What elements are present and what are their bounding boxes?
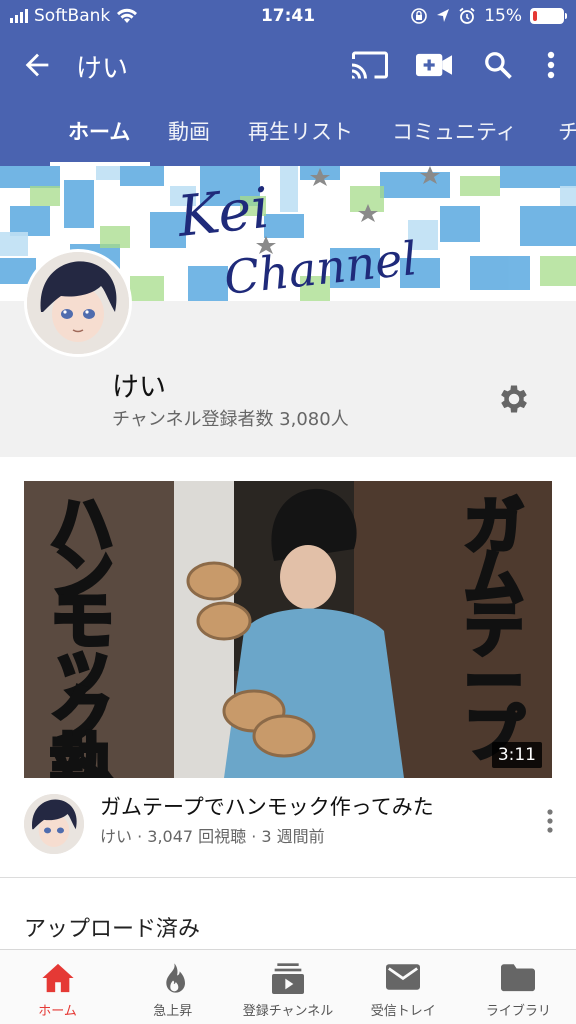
alarm-icon xyxy=(459,7,475,24)
battery-percent: 15% xyxy=(484,6,522,26)
battery-icon xyxy=(530,8,567,24)
tab-playlists[interactable]: 再生リスト xyxy=(248,116,353,146)
upload-video-button[interactable] xyxy=(416,48,452,82)
nav-subscriptions[interactable]: 登録チャンネル xyxy=(230,950,345,1024)
home-icon xyxy=(42,963,74,993)
video-duration: 3:11 xyxy=(491,742,542,768)
status-bar: SoftBank 17:41 15% xyxy=(0,0,576,34)
tab-community[interactable]: コミュニティ xyxy=(392,116,517,146)
more-button[interactable] xyxy=(544,48,558,82)
thumb-right-text: ガムテープ xyxy=(464,492,524,770)
thumb-left-text: ハンモック執 xyxy=(50,489,114,778)
home-feed: ハンモック執 ガムテープ 3:11 ガムテープでハンモック作ってみた けい · … xyxy=(0,457,576,949)
more-vert-icon xyxy=(547,51,555,79)
trending-flame-icon xyxy=(166,963,185,993)
subscriptions-icon xyxy=(272,963,304,994)
video-add-icon xyxy=(416,53,452,77)
rotation-lock-icon xyxy=(411,8,428,24)
avatar-illustration xyxy=(27,252,129,354)
nav-library[interactable]: ライブラリ xyxy=(461,950,576,1024)
more-vert-icon[interactable] xyxy=(540,807,560,835)
nav-inbox[interactable]: 受信トレイ xyxy=(346,950,461,1024)
gear-icon[interactable] xyxy=(496,381,532,417)
nav-library-label: ライブラリ xyxy=(485,1004,551,1019)
cast-button[interactable] xyxy=(352,48,388,82)
library-folder-icon xyxy=(501,964,536,992)
cast-icon xyxy=(352,51,388,79)
video-channel-avatar[interactable] xyxy=(24,794,84,854)
search-button[interactable] xyxy=(480,48,516,82)
channel-name: けい xyxy=(112,372,166,403)
tab-channels[interactable]: チ xyxy=(558,116,576,146)
channel-avatar[interactable] xyxy=(24,249,132,357)
subscriber-count: チャンネル登録者数 3,080人 xyxy=(112,409,349,430)
nav-home-label: ホーム xyxy=(38,1004,77,1019)
nav-trending[interactable]: 急上昇 xyxy=(115,950,230,1024)
nav-subscriptions-label: 登録チャンネル xyxy=(242,1004,334,1019)
nav-home[interactable]: ホーム xyxy=(0,950,115,1024)
back-arrow-icon[interactable] xyxy=(20,48,54,82)
section-divider xyxy=(0,877,576,878)
inbox-mail-icon xyxy=(386,964,421,990)
tab-home[interactable]: ホーム xyxy=(68,116,130,146)
status-right: 15% xyxy=(410,6,567,26)
channel-tabs: ホーム 動画 再生リスト コミュニティ チ xyxy=(0,96,576,166)
page-title: けい xyxy=(76,54,129,84)
banner-line1: Kei xyxy=(174,176,273,250)
channel-header: けい チャンネル登録者数 3,080人 xyxy=(0,249,576,457)
bottom-navigation: ホーム 急上昇 登録チャンネル 受信トレイ ライブラリ xyxy=(0,949,576,1024)
app-bar: けい xyxy=(0,34,576,96)
video-meta: けい · 3,047 回視聴 · 3 週間前 xyxy=(100,827,325,846)
app-bar-actions xyxy=(352,48,558,82)
tab-videos[interactable]: 動画 xyxy=(168,116,210,146)
thumbnail-art: ハンモック執 ガムテープ xyxy=(24,481,552,778)
nav-trending-label: 急上昇 xyxy=(153,1004,193,1019)
avatar-small-illustration xyxy=(24,794,84,854)
location-icon xyxy=(437,9,450,22)
nav-inbox-label: 受信トレイ xyxy=(370,1004,436,1019)
search-icon xyxy=(485,52,512,79)
video-thumbnail[interactable]: ハンモック執 ガムテープ 3:11 xyxy=(24,481,552,778)
video-title[interactable]: ガムテープでハンモック作ってみた xyxy=(100,791,434,821)
section-title: アップロード済み xyxy=(24,917,201,942)
